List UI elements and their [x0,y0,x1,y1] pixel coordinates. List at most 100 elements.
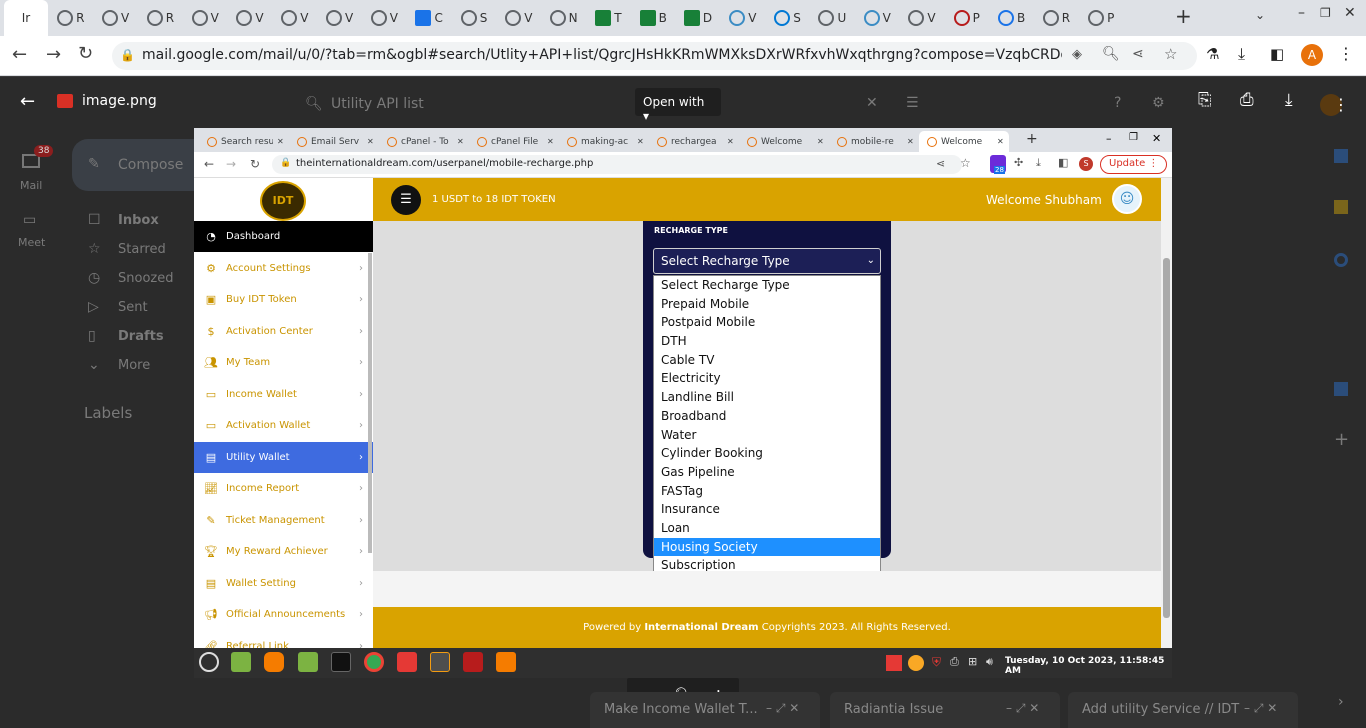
chevron-right-icon: › [359,388,363,400]
browser-tab[interactable]: P [945,0,989,36]
browser-tab[interactable]: R [1034,0,1078,36]
sidebar-item-my-team: 👥︎ My Team › [194,347,373,378]
new-tab-button[interactable]: + [1175,4,1192,28]
browser-tab[interactable]: V [183,0,227,36]
labs-icon[interactable]: ⚗ [1206,45,1219,63]
print-icon[interactable]: ⎙ [1240,90,1254,110]
close-window-button[interactable]: ✕ [1344,5,1356,21]
profile-avatar[interactable]: A [1301,44,1323,66]
inner-download-icon: ⤓ [1036,156,1041,169]
restore-button[interactable]: ❐ [1320,6,1331,20]
inner-browser-tab: Email Serv ✕ [289,131,379,152]
viewer-back-icon[interactable]: ← [20,91,35,112]
globe-favicon-icon [191,10,208,26]
reload-icon[interactable]: ↻ [78,43,93,64]
meet-icon: ▭ [23,212,37,228]
browser-tab[interactable]: V [900,0,944,36]
tray-shield-icon: ⛨ [932,655,942,669]
open-with-button[interactable]: Open with ▾ [635,88,721,123]
browser-tab[interactable]: V [94,0,138,36]
tab-search-icon[interactable]: ⌄ [1255,8,1265,22]
browser-tab[interactable]: V [855,0,899,36]
chrome-menu-icon[interactable]: ⋮ [1338,44,1354,63]
browser-tab[interactable]: V [362,0,406,36]
tab-favicon-icon [567,136,577,147]
tab-title: V [344,11,354,25]
tab-title: V [882,11,891,25]
snooze-icon: ◷ [88,270,101,286]
chevron-right-icon: › [359,357,363,368]
browser-tab[interactable]: V [318,0,362,36]
mint-menu-icon [199,652,219,672]
browser-tab[interactable]: Ir [4,0,48,36]
compose-button: ✎ Compose [72,139,210,191]
editor-icon [496,652,516,672]
sidebar-item-label: Income Report [226,483,300,494]
recharge-option: DTH [661,334,687,349]
side-panel-icon[interactable]: ◧ [1270,45,1284,63]
browser-tab[interactable]: P [1079,0,1123,36]
browser-tab[interactable]: N [542,0,586,36]
forward-arrow-icon[interactable]: → [46,44,61,65]
viewer-download-icon[interactable]: ⤓ [1285,90,1293,110]
inner-star-icon: ☆ [960,156,971,170]
zoom-app-icon [1334,382,1348,396]
tray-anydesk-icon [886,655,902,671]
chevron-right-icon: › [359,325,363,337]
globe-favicon-icon [908,10,925,26]
browser-tab[interactable]: V [273,0,317,36]
inner-tab-title: Welcome [761,136,803,147]
tab-title: B [1016,11,1026,25]
browser-tab[interactable]: U [810,0,854,36]
browser-tab[interactable]: V [228,0,272,36]
inner-sidepanel-icon: ◧ [1058,156,1069,169]
chevron-right-icon: › [359,483,363,494]
bookmark-star-icon[interactable]: ☆ [1164,45,1177,63]
browser-tab[interactable]: V [721,0,765,36]
chevron-down-icon: ▾ [643,109,650,123]
browser-tab[interactable]: B [631,0,675,36]
viewer-menu-icon[interactable]: ⋮ [1333,95,1349,114]
recharge-option: Select Recharge Type [661,278,790,292]
inbox-icon: ☐ [88,212,101,228]
zoom-icon[interactable]: 🔍︎ [1102,46,1120,62]
browser-tab[interactable]: T [586,0,630,36]
inner-browser-tab: making-ac ✕ [559,131,649,152]
filezilla-icon [463,652,483,672]
sidebar-item-label: Account Settings [226,262,311,274]
back-arrow-icon[interactable]: ← [12,44,27,65]
compose-window-title: Radiantia Issue [844,702,944,717]
tab-title: V [389,11,398,25]
chevron-right-icon: › [359,514,363,526]
recharge-option: FASTag [661,483,703,498]
browser-tab[interactable]: D [676,0,720,36]
omnibox[interactable]: 🔒 mail.google.com/mail/u/0/?tab=rm&ogbl#… [112,42,1197,70]
eye-icon[interactable]: ◈ [1072,47,1082,62]
browser-tab[interactable]: S [452,0,496,36]
browser-tab[interactable]: V [497,0,541,36]
tab-close-icon: ✕ [907,137,914,146]
browser-tab[interactable]: R [49,0,93,36]
inner-close-icon: ✕ [1152,132,1162,145]
sidebar-item-label: Activation Center [226,325,313,337]
gmail-nav-snoozed: Snoozed [118,271,174,286]
tab-favicon-icon [477,136,487,147]
browser-tab[interactable]: S [766,0,810,36]
sidebar-item-label: Dashboard [226,231,281,242]
gmail-nav-starred: Starred [118,242,166,257]
browser-tab[interactable]: C [407,0,451,36]
share-icon[interactable]: ⋖ [1132,46,1144,62]
add-to-drive-icon[interactable]: ⎘ [1198,90,1212,110]
sidebar-item-account-settings: ⚙ Account Settings › [194,253,373,284]
browser-tab[interactable]: R [138,0,182,36]
folder-icon [298,652,318,672]
lock-icon: 🔒 [120,48,135,62]
minimize-button[interactable]: – [1298,5,1305,21]
compose-window-controls-icon: – ⤢ ✕ [1006,701,1040,715]
download-icon[interactable]: ⤓ [1238,44,1245,64]
browser-tab[interactable]: B [990,0,1034,36]
globe-favicon-icon [325,10,342,26]
tab-title: V [927,11,936,25]
compose-window-title: Add utility Service // IDT [1082,702,1240,717]
minimized-compose-window: Make Income Wallet T... – ⤢ ✕ [590,692,820,728]
